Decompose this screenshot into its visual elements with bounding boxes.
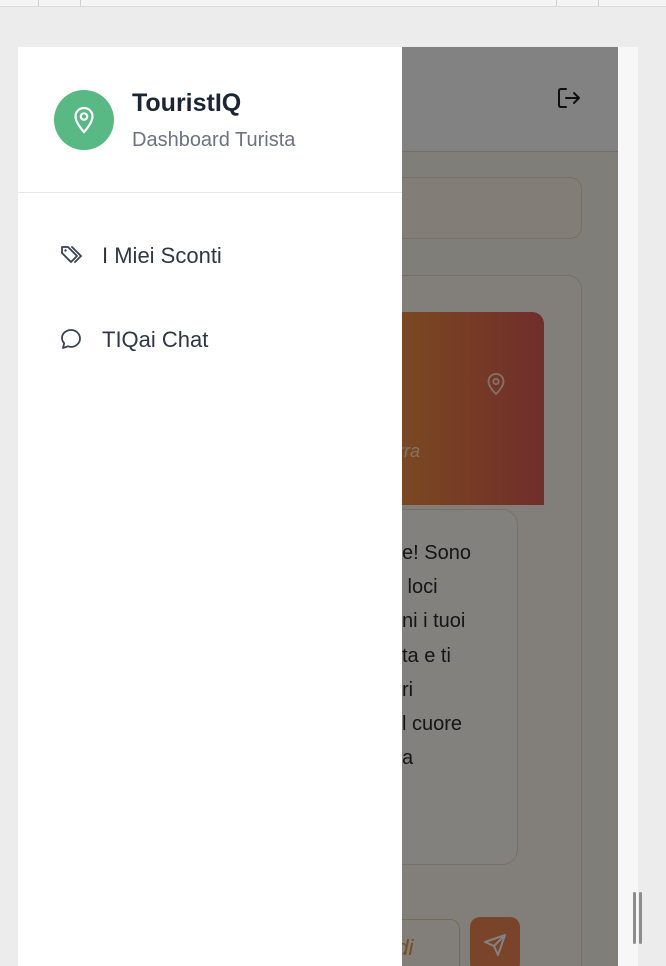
sidebar-drawer: TouristIQ Dashboard Turista I Miei Scont… [18,47,402,966]
tags-icon [61,246,82,263]
chat-bubble-icon [61,329,81,349]
scroll-grip[interactable] [639,892,642,944]
sidebar-item-label: TIQai Chat [102,327,209,352]
scrollbar[interactable] [618,47,642,966]
sidebar-item-label: I Miei Sconti [102,243,222,268]
map-pin-icon [74,106,94,134]
browser-chrome [0,0,666,7]
sidebar-item-chat[interactable]: TIQai Chat [18,309,402,369]
sidebar-header: TouristIQ Dashboard Turista [18,47,402,193]
sidebar-item-discounts[interactable]: I Miei Sconti [18,225,402,285]
scroll-grip[interactable] [633,892,636,944]
brand-name: TouristIQ [132,89,242,117]
brand-logo [54,90,114,150]
brand-subtitle: Dashboard Turista [132,129,296,151]
